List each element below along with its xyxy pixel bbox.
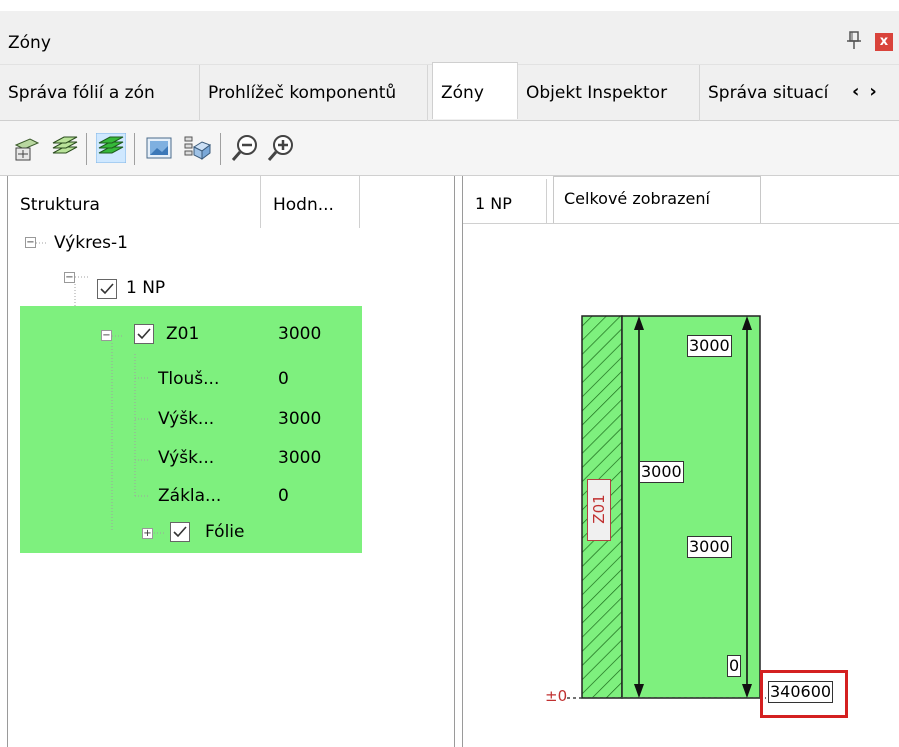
window-title: Zóny [8,33,51,53]
tab-sprava-situaci[interactable]: Správa situací [700,65,852,121]
checkbox-folie[interactable] [170,522,190,542]
base-value-highlight[interactable]: 340600 [760,670,848,718]
tree-value-z01: 3000 [278,324,322,344]
panel-tabs: Správa fólií a zón Prohlížeč komponentů … [0,62,899,121]
collapse-icon[interactable]: − [25,237,36,248]
pin-icon[interactable] [843,29,865,51]
structure-tree-panel: Struktura Hodn... − Výkres-1 − 1 NP − Z0… [7,176,455,747]
expand-icon[interactable]: + [142,528,153,539]
tab-prohlizec-komponentu[interactable]: Prohlížeč komponentů [200,65,428,121]
tree-value-property: 3000 [278,448,322,468]
zoom-out-icon[interactable] [230,133,260,163]
dim-base-value: 340600 [768,681,834,703]
tree-value-property: 3000 [278,409,322,429]
tree-item-vykres[interactable]: Výkres-1 [54,226,128,260]
dim-right-mid: 3000 [687,536,732,558]
dim-top-right: 3000 [687,335,732,357]
close-icon[interactable]: x [875,33,893,51]
tree-item-property[interactable]: Výšk... [158,441,214,475]
zone-body [621,315,761,699]
checkmark-icon [173,526,187,538]
tab-scroll-arrows[interactable]: ‹› [852,81,887,102]
components-icon[interactable] [182,133,212,163]
active-layers-icon[interactable] [96,133,126,163]
tab-sprava-folii[interactable]: Správa fólií a zón [0,65,200,121]
level-label: ±0 [545,687,568,705]
tree-value-property: 0 [278,369,289,389]
checkmark-icon [137,328,151,340]
title-bar: Zóny x [0,11,899,65]
image-icon[interactable] [144,133,174,163]
tab-zony[interactable]: Zóny [432,62,518,119]
dim-left-mid: 3000 [639,461,684,483]
dim-bottom-right: 0 [727,655,742,677]
layers-icon[interactable] [50,133,80,163]
tree-item-property[interactable]: Zákla... [158,479,221,513]
toolbar-separator [134,133,135,165]
tree-item-1np[interactable]: 1 NP [126,271,165,305]
tree-item-property[interactable]: Výšk... [158,402,214,436]
tree-value-property: 0 [278,486,289,506]
tree-item-folie[interactable]: Fólie [205,515,244,549]
tab-objekt-inspektor[interactable]: Objekt Inspektor [518,65,700,121]
tree-item-property[interactable]: Tlouš... [158,362,219,396]
collapse-icon[interactable]: − [64,272,75,283]
tree-item-z01[interactable]: Z01 [166,317,199,351]
add-layer-icon[interactable] [12,133,42,163]
toolbar [0,121,899,176]
zone-label-z01: Z01 [590,494,608,524]
collapse-icon[interactable]: − [101,330,112,341]
toolbar-separator [86,133,87,165]
checkbox-z01[interactable] [134,324,154,344]
zone-label-box: Z01 [587,479,611,541]
zone-preview-panel: 1 NP Celkové zobrazení Z01 3000 3000 300… [462,176,899,747]
checkbox-1np[interactable] [97,279,117,299]
checkmark-icon [100,283,114,295]
toolbar-separator [220,133,221,165]
zoom-in-icon[interactable] [266,133,296,163]
